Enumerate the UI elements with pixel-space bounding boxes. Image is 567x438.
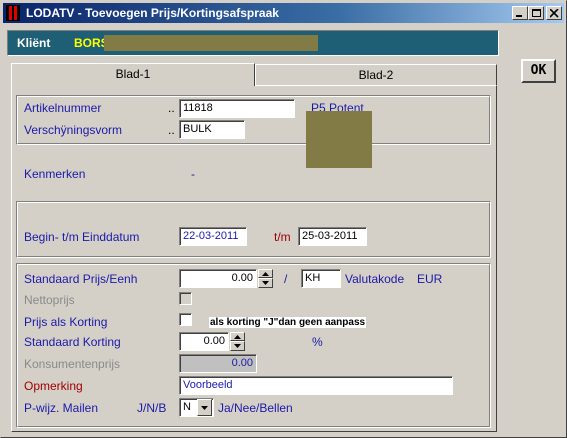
percent-sign: % bbox=[312, 335, 323, 349]
arrow-up-icon bbox=[234, 335, 241, 339]
date-range-label: Begin- t/m Einddatum bbox=[24, 230, 140, 244]
verschijningsvorm-label: Verschÿningsvorm bbox=[24, 123, 123, 137]
artikelnummer-label: Artikelnummer bbox=[24, 101, 102, 115]
standaard-prijs-input[interactable]: 0.00 bbox=[179, 269, 257, 288]
end-date-input[interactable]: 25-03-2011 bbox=[298, 227, 367, 246]
chevron-down-icon bbox=[201, 406, 208, 410]
close-button[interactable] bbox=[546, 6, 562, 20]
opmerking-label: Opmerking bbox=[24, 379, 83, 393]
minimize-button[interactable] bbox=[512, 6, 528, 20]
nettoprijs-label: Nettoprijs bbox=[24, 293, 75, 307]
tab-blad-2[interactable]: Blad-2 bbox=[255, 64, 497, 85]
tab-blad-1[interactable]: Blad-1 bbox=[11, 63, 255, 86]
dialog-window: LODATV - Toevoegen Prijs/Kortingsafspraa… bbox=[0, 0, 567, 438]
title-bar[interactable]: LODATV - Toevoegen Prijs/Kortingsafspraa… bbox=[3, 3, 564, 23]
verschijningsvorm-dots: .. bbox=[168, 123, 175, 137]
date-separator: t/m bbox=[274, 230, 291, 244]
mailen-options: J/N/B bbox=[137, 401, 167, 415]
client-label: Kliënt bbox=[17, 36, 51, 50]
redacted-client-name bbox=[104, 35, 318, 51]
opmerking-input[interactable]: Voorbeeld bbox=[179, 376, 453, 395]
maximize-icon bbox=[532, 9, 541, 17]
mailen-select-value: N bbox=[183, 401, 191, 413]
standaard-prijs-stepper[interactable] bbox=[258, 269, 273, 288]
konsumentenprijs-input: 0.00 bbox=[179, 354, 257, 373]
standaard-prijs-label: Standaard Prijs/Eenh bbox=[24, 272, 138, 286]
close-icon bbox=[550, 9, 559, 18]
window-title: LODATV - Toevoegen Prijs/Kortingsafspraa… bbox=[26, 6, 279, 20]
mailen-label: P-wijz. Mailen bbox=[24, 401, 99, 415]
mailen-dropdown-button[interactable] bbox=[197, 399, 212, 416]
begin-date-input[interactable]: 22-03-2011 bbox=[179, 227, 247, 246]
spin-down-button[interactable] bbox=[230, 341, 245, 351]
standaard-korting-stepper[interactable] bbox=[230, 332, 245, 351]
nettoprijs-checkbox[interactable] bbox=[179, 292, 192, 305]
prijs-als-korting-checkbox[interactable] bbox=[179, 313, 192, 326]
arrow-up-icon bbox=[262, 272, 269, 276]
price-unit-input[interactable]: KH bbox=[301, 269, 341, 288]
spin-down-button[interactable] bbox=[258, 278, 273, 288]
konsumentenprijs-label: Konsumentenprijs bbox=[24, 357, 121, 371]
kenmerken-label: Kenmerken bbox=[24, 167, 86, 181]
ok-button[interactable]: OK bbox=[521, 59, 556, 83]
standaard-korting-input[interactable]: 0.00 bbox=[179, 332, 229, 351]
kenmerken-value: - bbox=[191, 167, 195, 181]
arrow-down-icon bbox=[262, 281, 269, 285]
valuta-label: Valutakode bbox=[345, 272, 405, 286]
price-unit-slash: / bbox=[284, 272, 288, 286]
minimize-icon bbox=[516, 15, 522, 17]
korting-note: als korting "J"dan geen aanpass bbox=[209, 317, 367, 328]
app-icon bbox=[6, 5, 20, 21]
mailen-legend: Ja/Nee/Bellen bbox=[218, 401, 293, 415]
artikelnummer-input[interactable]: 11818 bbox=[179, 99, 295, 118]
redacted-image bbox=[306, 111, 372, 168]
prijs-als-korting-label: Prijs als Korting bbox=[24, 315, 108, 329]
valuta-value: EUR bbox=[417, 272, 443, 286]
client-bar: Kliënt BORS bbox=[7, 30, 499, 56]
spin-up-button[interactable] bbox=[258, 269, 273, 278]
spin-up-button[interactable] bbox=[230, 332, 245, 341]
maximize-button[interactable] bbox=[528, 6, 544, 20]
artikelnummer-dots: .. bbox=[168, 101, 175, 115]
standaard-korting-label: Standaard Korting bbox=[24, 335, 121, 349]
verschijningsvorm-input[interactable]: BULK bbox=[179, 120, 245, 139]
arrow-down-icon bbox=[234, 344, 241, 348]
